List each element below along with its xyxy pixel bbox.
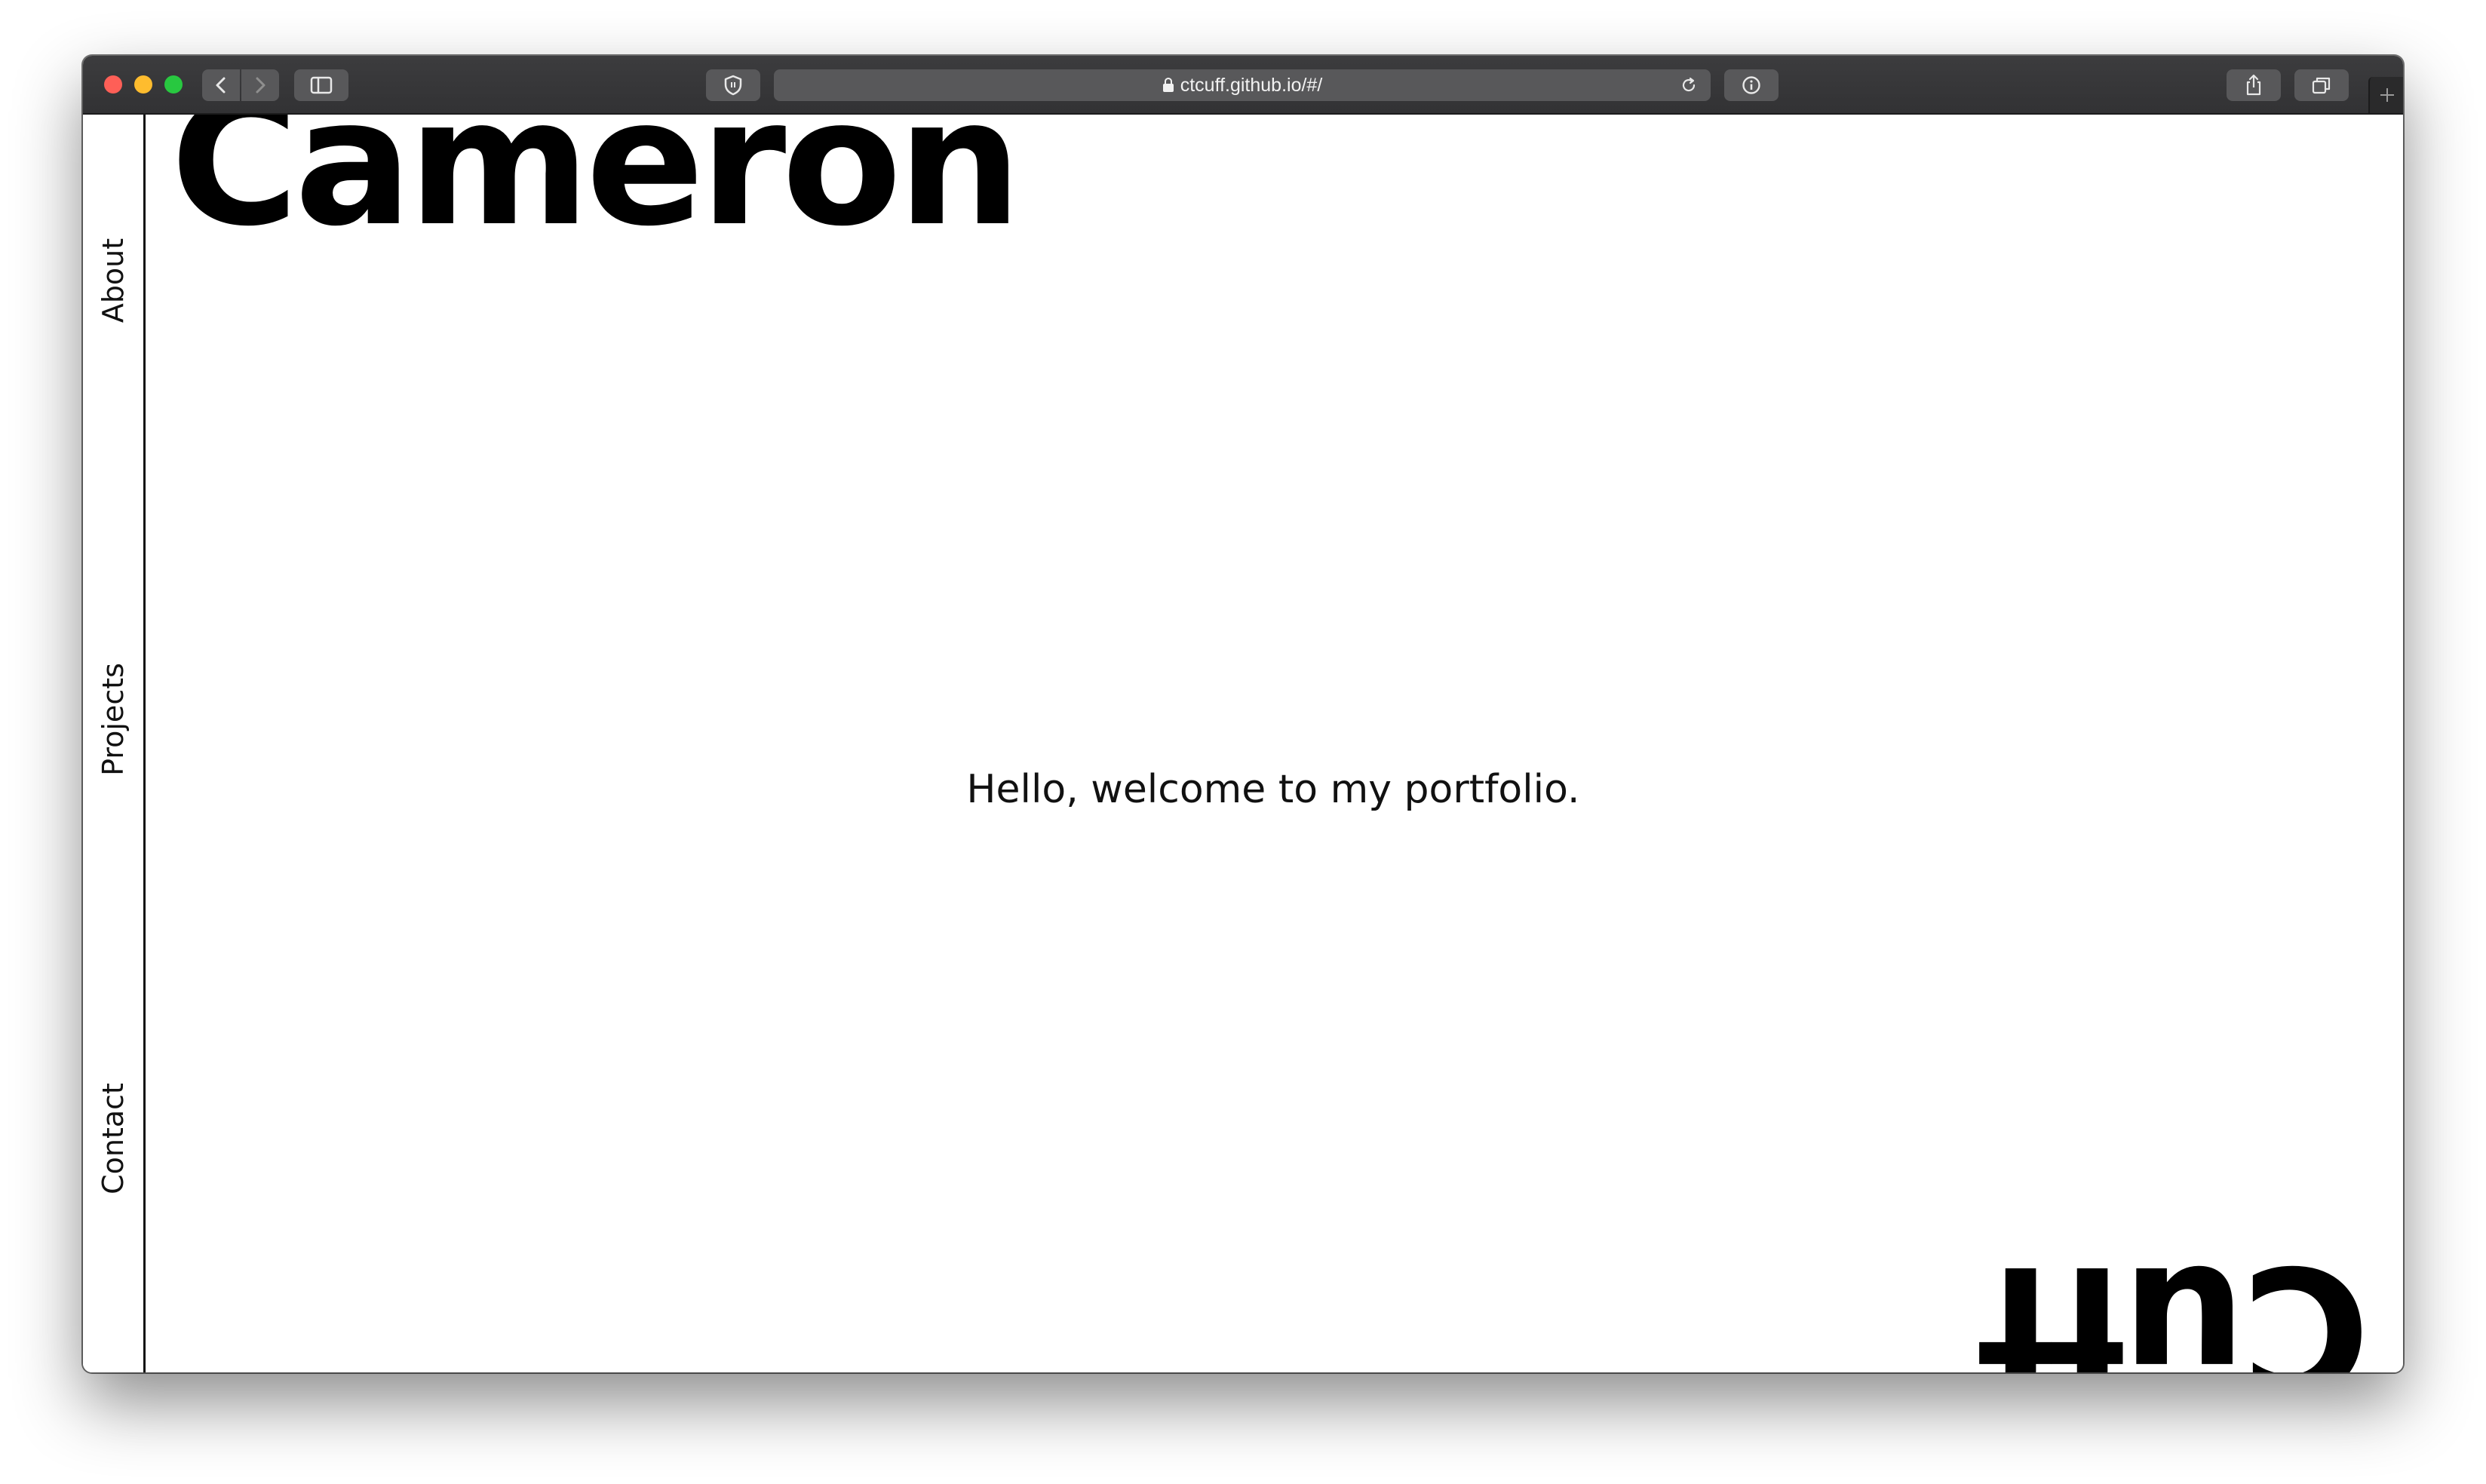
chevron-left-icon xyxy=(216,77,226,94)
browser-toolbar: ctcuff.github.io/#/ xyxy=(83,56,2403,115)
chevron-right-icon xyxy=(256,77,265,94)
forward-button[interactable] xyxy=(241,69,279,101)
zoom-window-button[interactable] xyxy=(164,75,183,94)
sidebar-toggle-button[interactable] xyxy=(294,69,348,101)
brand-first-name: Cameron xyxy=(170,115,1022,265)
desktop-background: ctcuff.github.io/#/ About Projects Conta… xyxy=(0,0,2486,1484)
new-tab-button[interactable] xyxy=(2368,77,2403,113)
back-button[interactable] xyxy=(202,69,240,101)
brand-last-name: Cuff xyxy=(1982,1227,2370,1372)
share-icon xyxy=(2246,74,2261,96)
page-content: About Projects Contact Cameron Hello, we… xyxy=(83,115,2403,1372)
lock-icon xyxy=(1162,78,1174,93)
shield-icon xyxy=(724,75,742,96)
nav-link-label: About xyxy=(97,238,130,323)
url-text: ctcuff.github.io/#/ xyxy=(1180,74,1323,96)
address-bar[interactable]: ctcuff.github.io/#/ xyxy=(774,69,1711,101)
side-navigation: About Projects Contact xyxy=(83,115,146,1372)
close-window-button[interactable] xyxy=(104,75,122,94)
nav-link-projects[interactable]: Projects xyxy=(83,629,143,810)
show-tabs-button[interactable] xyxy=(2294,69,2349,101)
nav-link-label: Projects xyxy=(97,663,130,776)
tabs-icon xyxy=(2312,77,2331,94)
nav-link-about[interactable]: About xyxy=(83,190,143,371)
browser-window: ctcuff.github.io/#/ About Projects Conta… xyxy=(83,56,2403,1372)
share-button[interactable] xyxy=(2227,69,2281,101)
reload-icon xyxy=(1682,77,1696,92)
nav-link-label: Contact xyxy=(97,1083,130,1194)
plus-icon xyxy=(2380,88,2394,102)
nav-link-contact[interactable]: Contact xyxy=(83,1048,143,1229)
minimize-window-button[interactable] xyxy=(134,75,152,94)
reader-info-button[interactable] xyxy=(1724,69,1779,101)
privacy-report-button[interactable] xyxy=(706,69,760,101)
sidebar-icon xyxy=(310,76,333,94)
reload-button[interactable] xyxy=(1679,75,1699,95)
url-display[interactable]: ctcuff.github.io/#/ xyxy=(774,69,1711,101)
welcome-message: Hello, welcome to my portfolio. xyxy=(966,767,1580,812)
info-icon xyxy=(1742,76,1760,94)
